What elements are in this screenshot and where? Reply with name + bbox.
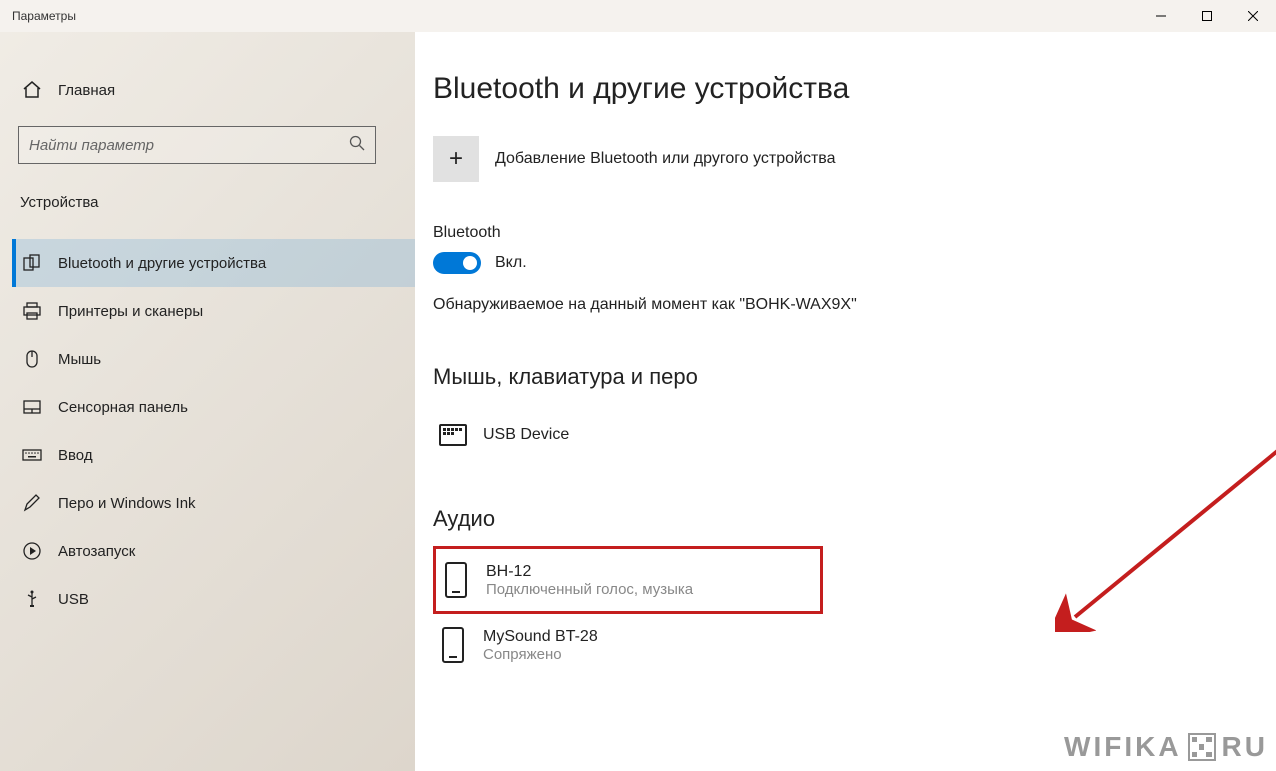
mouse-icon xyxy=(22,349,42,369)
device-name: MySound BT-28 xyxy=(483,628,598,646)
section-mouse-header: Мышь, клавиатура и перо xyxy=(433,364,1276,390)
phone-device-icon xyxy=(439,626,467,664)
search-input[interactable] xyxy=(29,137,349,154)
sidebar-item-printers[interactable]: Принтеры и сканеры xyxy=(12,287,415,335)
device-row-usb[interactable]: USB Device xyxy=(433,404,1053,466)
sidebar-item-touchpad[interactable]: Сенсорная панель xyxy=(12,383,415,431)
plus-icon: + xyxy=(433,136,479,182)
sidebar-item-label: Ввод xyxy=(58,447,93,464)
device-name: BH-12 xyxy=(486,563,693,581)
device-row-mysound[interactable]: MySound BT-28 Сопряжено xyxy=(433,614,1053,676)
autoplay-icon xyxy=(22,541,42,561)
sidebar-item-bluetooth[interactable]: Bluetooth и другие устройства xyxy=(12,239,415,287)
device-name: USB Device xyxy=(483,426,569,444)
home-label: Главная xyxy=(58,82,115,99)
phone-device-icon xyxy=(442,561,470,599)
keyboard-device-icon xyxy=(439,416,467,454)
main-content: Bluetooth и другие устройства + Добавлен… xyxy=(415,32,1276,771)
sidebar-item-autoplay[interactable]: Автозапуск xyxy=(12,527,415,575)
section-audio-header: Аудио xyxy=(433,506,1276,532)
sidebar-item-usb[interactable]: USB xyxy=(12,575,415,623)
sidebar-item-label: Bluetooth и другие устройства xyxy=(58,255,266,272)
sidebar-item-label: Автозапуск xyxy=(58,543,135,560)
maximize-button[interactable] xyxy=(1184,0,1230,32)
close-button[interactable] xyxy=(1230,0,1276,32)
device-status: Подключенный голос, музыка xyxy=(486,581,693,598)
sidebar-item-typing[interactable]: Ввод xyxy=(12,431,415,479)
usb-icon xyxy=(22,589,42,609)
watermark-text: RU xyxy=(1222,731,1268,763)
sidebar-item-pen[interactable]: Перо и Windows Ink xyxy=(12,479,415,527)
touchpad-icon xyxy=(22,397,42,417)
device-status: Сопряжено xyxy=(483,646,598,663)
sidebar-section-title: Устройства xyxy=(20,194,415,211)
toggle-knob xyxy=(463,256,477,270)
titlebar-controls xyxy=(1138,0,1276,32)
sidebar-item-label: USB xyxy=(58,591,89,608)
toggle-state-label: Вкл. xyxy=(495,254,527,272)
sidebar-item-label: Мышь xyxy=(58,351,101,368)
sidebar-item-label: Принтеры и сканеры xyxy=(58,303,203,320)
bluetooth-toggle[interactable] xyxy=(433,252,481,274)
pen-icon xyxy=(22,493,42,513)
bluetooth-toggle-row: Вкл. xyxy=(433,252,1276,274)
discoverable-text: Обнаруживаемое на данный момент как "BOH… xyxy=(433,296,1276,314)
device-row-bh12[interactable]: BH-12 Подключенный голос, музыка xyxy=(433,546,823,614)
sidebar-item-label: Перо и Windows Ink xyxy=(58,495,196,512)
home-nav-item[interactable]: Главная xyxy=(18,72,415,108)
bluetooth-label: Bluetooth xyxy=(433,224,1276,242)
add-device-button[interactable]: + Добавление Bluetooth или другого устро… xyxy=(433,136,1276,182)
home-icon xyxy=(22,80,42,100)
search-box[interactable] xyxy=(18,126,376,164)
watermark: WIFIKA RU xyxy=(1064,731,1268,763)
add-device-label: Добавление Bluetooth или другого устройс… xyxy=(495,150,836,168)
sidebar-item-label: Сенсорная панель xyxy=(58,399,188,416)
window-title: Параметры xyxy=(12,9,76,23)
watermark-text: WIFIKA xyxy=(1064,731,1182,763)
minimize-button[interactable] xyxy=(1138,0,1184,32)
bluetooth-devices-icon xyxy=(22,253,42,273)
titlebar: Параметры xyxy=(0,0,1276,32)
sidebar-item-mouse[interactable]: Мышь xyxy=(12,335,415,383)
printer-icon xyxy=(22,301,42,321)
qr-icon xyxy=(1188,733,1216,761)
sidebar: Главная Устройства Bluetooth и другие ус… xyxy=(0,32,415,771)
keyboard-icon xyxy=(22,445,42,465)
search-icon[interactable] xyxy=(349,135,365,156)
page-title: Bluetooth и другие устройства xyxy=(433,72,1276,106)
